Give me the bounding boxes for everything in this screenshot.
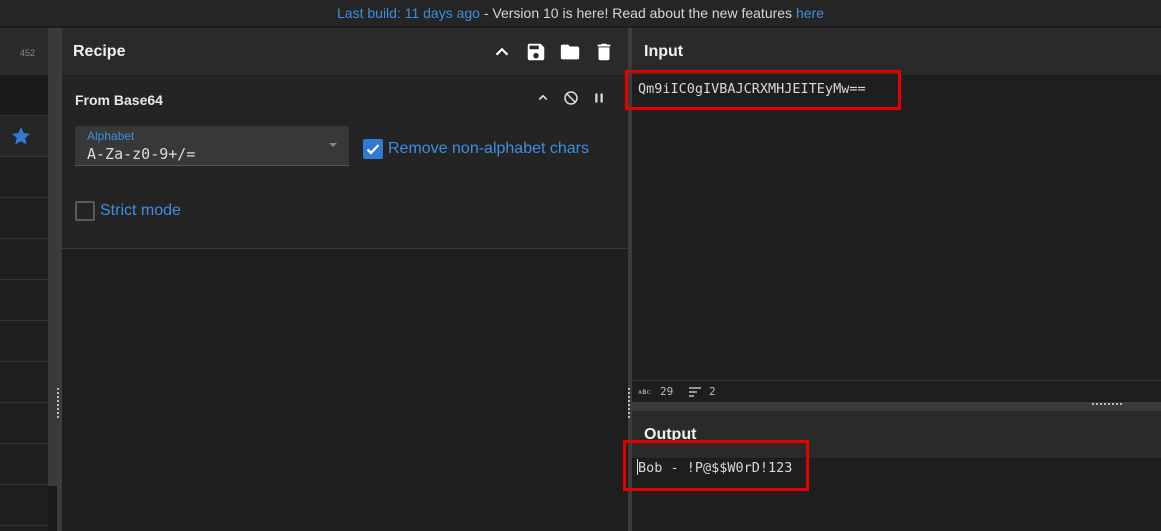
strict-mode-checkbox[interactable]	[75, 201, 95, 221]
trash-icon[interactable]	[593, 41, 615, 63]
banner-message: - Version 10 is here! Read about the new…	[479, 5, 796, 21]
category-row[interactable]	[0, 362, 48, 403]
pause-icon[interactable]	[590, 89, 608, 107]
recipe-title: Recipe	[73, 43, 126, 60]
alphabet-select[interactable]: Alphabet A-Za-z0-9+/=	[75, 126, 349, 166]
resize-grip[interactable]	[57, 388, 59, 418]
last-build-link[interactable]: Last build: 11 days ago	[337, 5, 480, 21]
category-row[interactable]	[0, 321, 48, 362]
chevron-up-icon[interactable]	[534, 89, 552, 107]
recipe-header: Recipe	[62, 28, 628, 76]
remove-non-alphabet-label[interactable]: Remove non-alphabet chars	[388, 140, 589, 158]
operations-scrollbar[interactable]	[48, 28, 57, 486]
input-status-bar: ᴀʙᴄ 29 2	[632, 380, 1161, 402]
operations-count: 452	[19, 48, 35, 58]
input-header: Input	[632, 28, 1161, 76]
category-row[interactable]	[0, 157, 48, 198]
resize-grip[interactable]	[1092, 403, 1122, 405]
input-lines: 2	[709, 385, 716, 398]
category-row[interactable]	[0, 444, 48, 485]
favourites-category[interactable]	[0, 116, 48, 157]
input-length: 29	[660, 385, 674, 398]
operations-header: 452	[0, 28, 48, 76]
category-row[interactable]	[0, 485, 48, 526]
disable-icon[interactable]	[562, 89, 580, 107]
operation-from-base64: From Base64 Alphabet A-Za-z0-9+/= Remove…	[62, 76, 628, 249]
lines-icon	[689, 387, 701, 397]
chevron-down-icon	[329, 143, 337, 147]
alphabet-value: A-Za-z0-9+/=	[87, 145, 196, 163]
length-icon: ᴀʙᴄ	[638, 387, 651, 396]
input-title: Input	[644, 43, 684, 60]
operations-scrollbar-track	[48, 486, 57, 531]
folder-icon[interactable]	[559, 41, 581, 63]
resize-grip[interactable]	[628, 388, 630, 418]
category-row[interactable]	[0, 198, 48, 239]
recipe-panel: Recipe From Base64 Alphabet A-Za-z0-9+/=…	[62, 28, 628, 531]
operations-search-row[interactable]	[0, 76, 48, 116]
category-row[interactable]	[0, 403, 48, 444]
checkmark-icon	[366, 144, 380, 155]
remove-non-alphabet-checkbox[interactable]	[363, 139, 383, 159]
category-row[interactable]	[0, 280, 48, 321]
strict-mode-label[interactable]: Strict mode	[100, 202, 181, 220]
star-icon	[11, 126, 31, 145]
chevron-up-icon[interactable]	[491, 41, 513, 63]
top-banner: Last build: 11 days ago - Version 10 is …	[0, 0, 1161, 27]
operations-panel: 452	[0, 28, 48, 531]
operation-title: From Base64	[75, 92, 163, 108]
io-resizer[interactable]	[632, 402, 1161, 411]
input-highlight-box	[625, 70, 901, 110]
output-highlight-box	[623, 440, 809, 491]
category-row[interactable]	[0, 239, 48, 280]
features-link[interactable]: here	[796, 5, 824, 21]
save-icon[interactable]	[525, 41, 547, 63]
alphabet-label: Alphabet	[87, 129, 135, 143]
